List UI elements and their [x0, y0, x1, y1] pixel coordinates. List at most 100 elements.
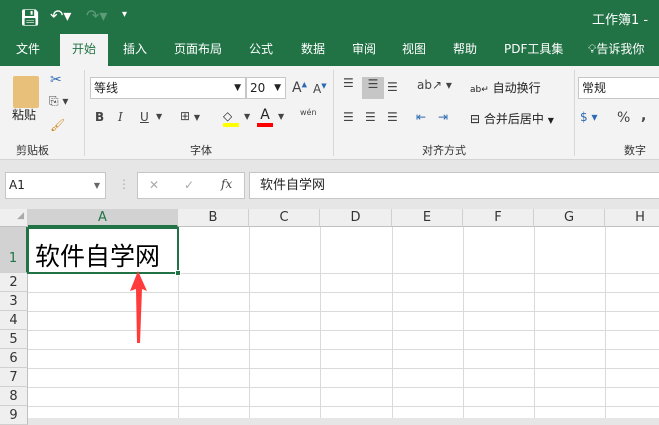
- align-left-icon[interactable]: ☰: [343, 110, 354, 124]
- align-bottom-icon[interactable]: ☰: [387, 80, 398, 94]
- enter-icon[interactable]: ✓: [184, 178, 194, 192]
- paste-button[interactable]: 粘贴: [12, 106, 36, 123]
- column-header-d[interactable]: D: [320, 209, 392, 227]
- chevron-down-icon[interactable]: ▼: [278, 112, 284, 121]
- row-header-3[interactable]: 3: [0, 292, 28, 311]
- column-header-e[interactable]: E: [392, 209, 463, 227]
- tab-file[interactable]: 文件: [16, 34, 40, 66]
- increase-indent-icon[interactable]: ⇥: [438, 110, 448, 124]
- underline-button[interactable]: U: [140, 110, 149, 124]
- tab-help[interactable]: 帮助: [453, 34, 477, 66]
- chevron-down-icon[interactable]: ▼: [244, 112, 250, 121]
- font-color-button[interactable]: A: [257, 107, 273, 127]
- formula-bar-area: A1 ▼ ⋮ ✕ ✓ fx 软件自学网: [0, 160, 659, 209]
- tab-formulas[interactable]: 公式: [249, 34, 273, 66]
- formula-content: 软件自学网: [260, 178, 326, 193]
- borders-icon[interactable]: ⊞ ▼: [180, 109, 200, 123]
- decrease-indent-icon[interactable]: ⇤: [416, 110, 426, 124]
- italic-button[interactable]: I: [118, 110, 123, 124]
- cell-a1[interactable]: 软件自学网: [27, 227, 179, 274]
- customize-qat-icon[interactable]: ▾: [122, 9, 127, 20]
- font-size-dropdown[interactable]: 20 ▼: [246, 77, 286, 99]
- wrap-text-icon: ab↵: [470, 85, 489, 95]
- tab-view[interactable]: 视图: [402, 34, 426, 66]
- tell-me[interactable]: 💡︎告诉我你: [588, 34, 644, 66]
- paste-icon[interactable]: [13, 76, 39, 108]
- chevron-down-icon: ▼: [274, 83, 281, 93]
- column-header-g[interactable]: G: [534, 209, 605, 227]
- merge-icon: ⊟: [470, 112, 481, 126]
- fill-handle[interactable]: [175, 270, 181, 276]
- row-header-8[interactable]: 8: [0, 387, 28, 406]
- font-color-icon: A: [260, 107, 270, 123]
- number-group-label: 数字: [624, 144, 646, 157]
- column-header-f[interactable]: F: [463, 209, 534, 227]
- row-header-7[interactable]: 7: [0, 368, 28, 387]
- font-name-dropdown[interactable]: 等线 ▼: [90, 77, 246, 99]
- red-arrow-annotation: [130, 271, 147, 343]
- align-top-icon[interactable]: ☰: [343, 76, 354, 90]
- orientation-icon[interactable]: ab↗ ▾: [417, 78, 452, 92]
- merge-center-button[interactable]: ⊟ 合并后居中 ▼: [470, 110, 554, 127]
- align-center-icon[interactable]: ☰: [365, 110, 376, 124]
- wrap-text-button[interactable]: ab↵ 自动换行: [470, 79, 541, 96]
- tab-home[interactable]: 开始: [60, 34, 109, 66]
- paint-bucket-icon: ◇: [223, 109, 233, 123]
- more-icon: ⋮: [118, 177, 130, 191]
- undo-icon[interactable]: ↶▾: [50, 6, 71, 25]
- ribbon-tabs: 文件 开始 插入 页面布局 公式 数据 审阅 视图 帮助 PDF工具集 💡︎告诉…: [0, 34, 659, 66]
- insert-function-icon[interactable]: fx: [221, 177, 232, 191]
- font-name-value: 等线: [94, 81, 119, 95]
- align-right-icon[interactable]: ☰: [387, 110, 398, 124]
- select-all-button[interactable]: ◢: [0, 209, 28, 227]
- name-box[interactable]: A1 ▼: [5, 172, 106, 199]
- cell-a1-value: 软件自学网: [35, 242, 161, 271]
- row-header-4[interactable]: 4: [0, 311, 28, 330]
- title-bar: 💾︎ ↶▾ ↷▾ ▾ 工作簿1 -: [0, 0, 659, 34]
- clipboard-group-label: 剪贴板: [16, 144, 49, 157]
- format-painter-icon[interactable]: 🖌︎: [50, 118, 65, 132]
- redo-icon[interactable]: ↷▾: [86, 6, 107, 25]
- percent-button[interactable]: %: [617, 110, 630, 126]
- cancel-icon[interactable]: ✕: [149, 178, 159, 192]
- tab-review[interactable]: 审阅: [352, 34, 376, 66]
- cut-icon[interactable]: ✂: [50, 72, 62, 88]
- increase-font-icon[interactable]: A▲: [292, 80, 307, 96]
- formula-input[interactable]: 软件自学网: [249, 172, 659, 199]
- tab-insert[interactable]: 插入: [123, 34, 147, 66]
- font-size-value: 20: [250, 81, 266, 95]
- window-title: 工作簿1 -: [592, 13, 649, 28]
- column-header-h[interactable]: H: [605, 209, 659, 227]
- copy-icon[interactable]: ⎘ ▾: [49, 94, 68, 109]
- comma-button[interactable]: ,: [641, 108, 646, 124]
- accounting-format-icon[interactable]: $ ▾: [580, 110, 597, 124]
- spreadsheet-grid[interactable]: ◢ A B C D E F G H 1 2 3 4 5 6 7 8 9 软件自学…: [0, 209, 659, 425]
- number-format-dropdown[interactable]: 常规: [578, 77, 659, 99]
- number-format-value: 常规: [582, 81, 607, 95]
- decrease-font-icon[interactable]: A▼: [313, 82, 327, 96]
- merge-label: 合并后居中: [483, 112, 544, 126]
- column-header-b[interactable]: B: [178, 209, 249, 227]
- bold-button[interactable]: B: [95, 110, 104, 124]
- arrow-shape: [130, 271, 147, 343]
- row-header-6[interactable]: 6: [0, 349, 28, 368]
- wrap-text-label: 自动换行: [492, 81, 541, 95]
- tab-page-layout[interactable]: 页面布局: [174, 34, 222, 66]
- row-header-2[interactable]: 2: [0, 273, 28, 292]
- tab-pdf-tools[interactable]: PDF工具集: [504, 34, 563, 66]
- ribbon: 粘贴 ✂ ⎘ ▾ 🖌︎ 剪贴板 等线 ▼ 20 ▼ A▲ A▼ B I U ▼ ⊞ …: [0, 66, 659, 160]
- column-header-a[interactable]: A: [28, 209, 178, 227]
- fill-color-button[interactable]: ◇: [223, 109, 239, 127]
- row-header-1[interactable]: 1: [0, 227, 28, 273]
- column-header-c[interactable]: C: [249, 209, 320, 227]
- alignment-group-label: 对齐方式: [422, 144, 466, 157]
- save-icon[interactable]: 💾︎: [20, 8, 40, 27]
- tab-data[interactable]: 数据: [301, 34, 325, 66]
- tell-me-label: 告诉我你: [596, 42, 645, 56]
- chevron-down-icon: ▼: [93, 181, 100, 190]
- row-header-5[interactable]: 5: [0, 330, 28, 349]
- row-header-9[interactable]: 9: [0, 406, 28, 425]
- phonetic-guide-icon[interactable]: wén: [300, 108, 317, 117]
- chevron-down-icon[interactable]: ▼: [156, 112, 162, 121]
- align-middle-icon[interactable]: ☰: [362, 77, 384, 99]
